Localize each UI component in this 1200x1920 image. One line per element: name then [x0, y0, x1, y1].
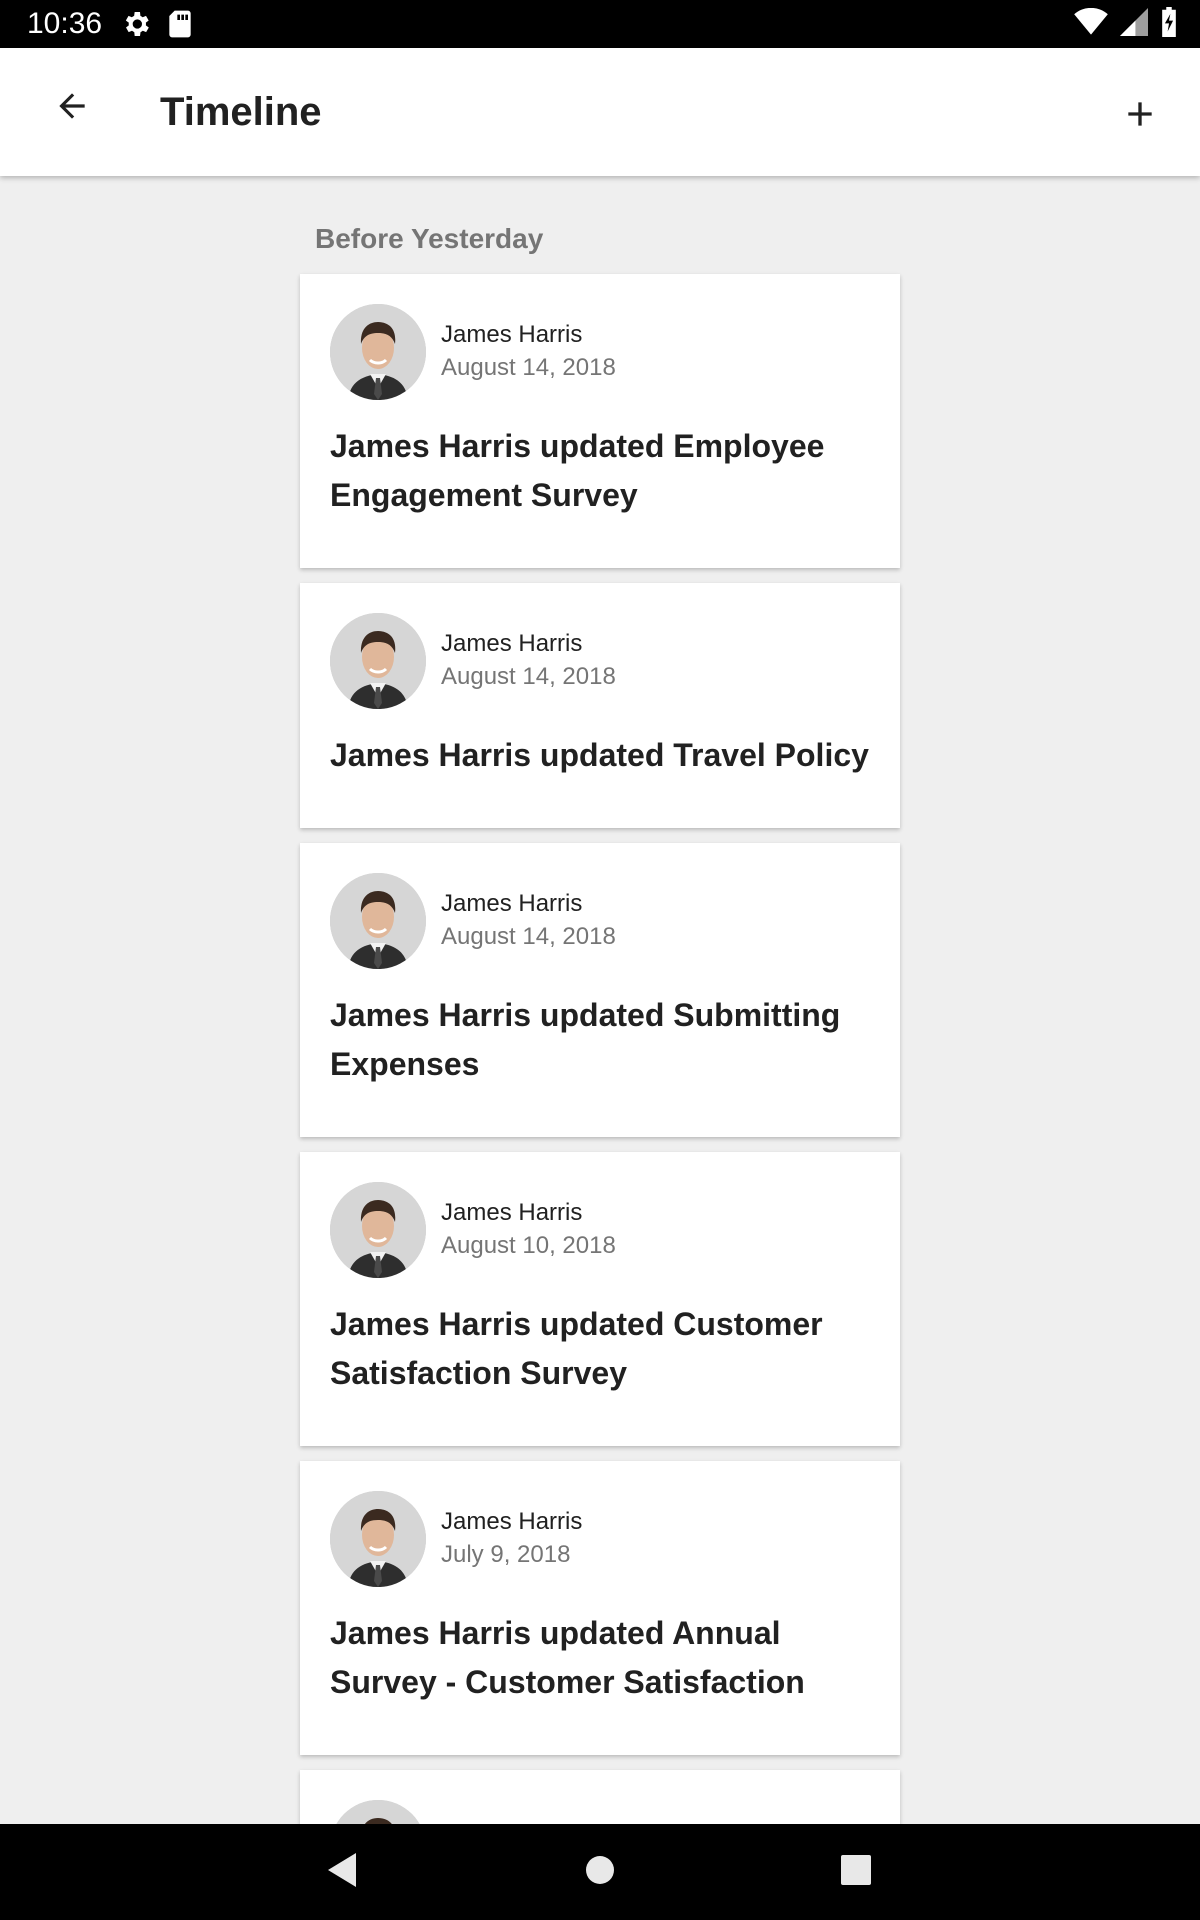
wifi-icon: [1074, 7, 1108, 41]
post-title: James Harris updated Annual Survey - Cus…: [330, 1615, 805, 1700]
status-time: 10:36: [27, 7, 103, 40]
status-left-icons: [120, 8, 194, 40]
add-button[interactable]: [1112, 88, 1168, 144]
arrow-back-icon: [53, 87, 91, 130]
nav-home-button[interactable]: [576, 1848, 624, 1896]
post-date: July 9, 2018: [441, 1541, 571, 1568]
avatar: [330, 873, 426, 969]
battery-charging-icon: [1160, 6, 1178, 42]
post-title: James Harris updated Employee Engagement…: [330, 428, 825, 513]
author-name: James Harris: [441, 890, 583, 917]
post-title: James Harris updated Submitting Expenses: [330, 997, 841, 1082]
section-header: Before Yesterday: [315, 223, 544, 254]
status-right-icons: [1074, 6, 1178, 42]
timeline-card[interactable]: James Harris July 9, 2018 James Harris u…: [300, 1461, 900, 1755]
avatar: [330, 613, 426, 709]
timeline-list: James Harris August 14, 2018 James Harri…: [300, 274, 900, 1824]
nav-back-button[interactable]: [318, 1848, 366, 1896]
sd-card-icon: [166, 8, 194, 40]
nav-back-icon: [326, 1852, 358, 1892]
timeline-card-partial[interactable]: [300, 1770, 900, 1824]
avatar: [330, 1491, 426, 1587]
timeline-card[interactable]: James Harris August 14, 2018 James Harri…: [300, 583, 900, 828]
post-title: James Harris updated Customer Satisfacti…: [330, 1306, 823, 1391]
avatar: [330, 1800, 426, 1824]
post-date: August 14, 2018: [441, 923, 616, 950]
nav-home-icon: [585, 1855, 615, 1890]
author-name: James Harris: [441, 1199, 583, 1226]
timeline-card[interactable]: James Harris August 10, 2018 James Harri…: [300, 1152, 900, 1446]
author-name: James Harris: [441, 321, 583, 348]
navigation-bar: [0, 1824, 1200, 1920]
post-date: August 14, 2018: [441, 663, 616, 690]
cell-signal-icon: [1120, 7, 1148, 41]
status-bar: 10:36: [0, 0, 1200, 48]
timeline-content[interactable]: Before Yesterday James Harris August 14,…: [0, 176, 1200, 1824]
post-title: James Harris updated Travel Policy: [330, 737, 869, 773]
nav-recents-button[interactable]: [832, 1848, 880, 1896]
app-bar: Timeline: [0, 48, 1200, 176]
gear-icon: [120, 8, 152, 40]
author-name: James Harris: [441, 1508, 583, 1535]
avatar: [330, 1182, 426, 1278]
timeline-card[interactable]: James Harris August 14, 2018 James Harri…: [300, 843, 900, 1137]
avatar: [330, 304, 426, 400]
timeline-card[interactable]: James Harris August 14, 2018 James Harri…: [300, 274, 900, 568]
page-title: Timeline: [160, 90, 322, 134]
post-date: August 10, 2018: [441, 1232, 616, 1259]
post-date: August 14, 2018: [441, 354, 616, 381]
author-name: James Harris: [441, 630, 583, 657]
plus-icon: [1120, 94, 1160, 139]
nav-recents-icon: [841, 1854, 871, 1890]
back-button[interactable]: [46, 82, 98, 134]
